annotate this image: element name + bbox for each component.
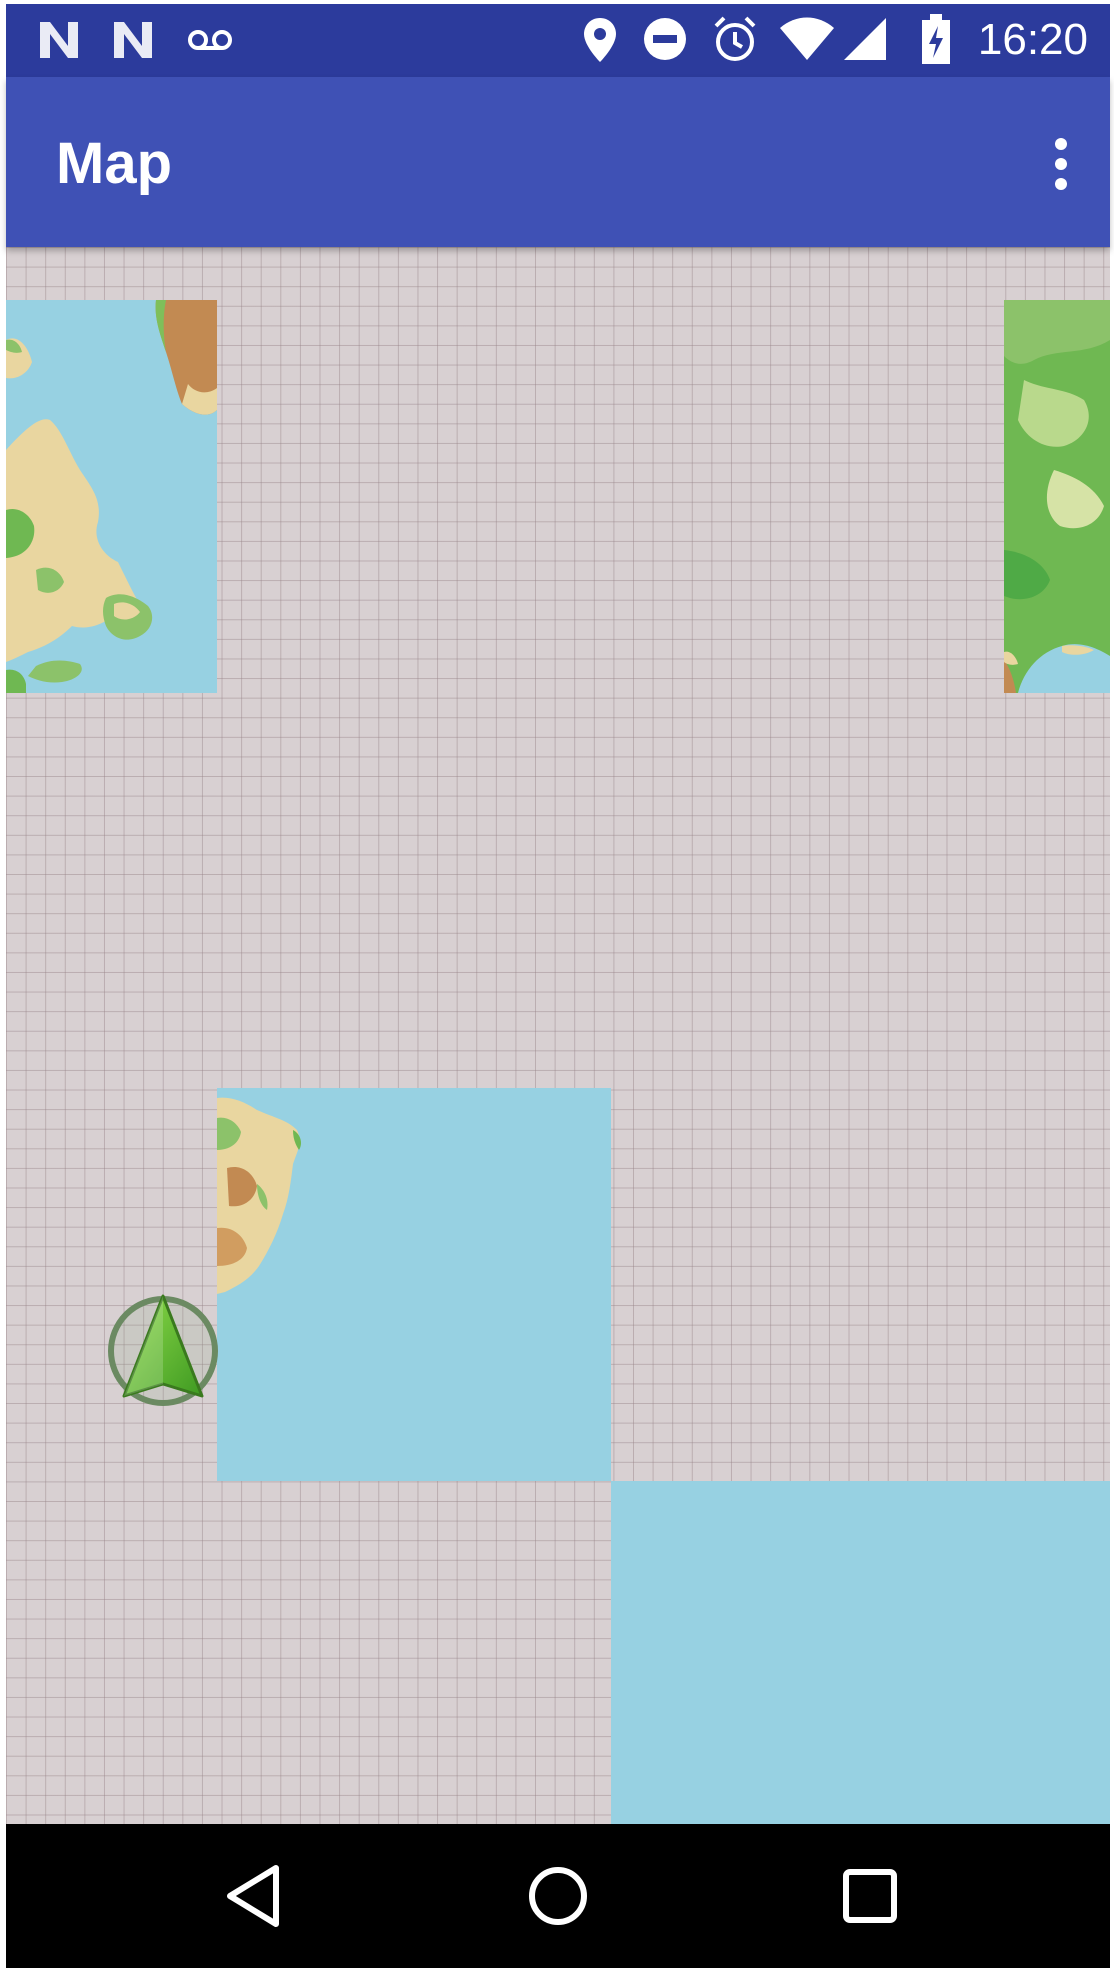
map-tile (217, 1088, 611, 1481)
alarm-icon (710, 14, 760, 69)
n-notification-icon (36, 18, 82, 67)
page-title: Map (56, 131, 172, 196)
map-tile (611, 1481, 1110, 1824)
map-view[interactable] (6, 247, 1110, 1824)
more-vert-icon[interactable] (1030, 122, 1090, 202)
battery-charging-icon (920, 14, 952, 71)
home-icon[interactable] (516, 1854, 600, 1938)
app-bar: Map (6, 77, 1110, 247)
map-tile (1004, 300, 1110, 693)
recents-icon[interactable] (828, 1854, 912, 1938)
back-icon[interactable] (214, 1854, 298, 1938)
system-nav-bar (6, 1824, 1110, 1968)
location-icon (582, 16, 618, 69)
status-time: 16:20 (977, 15, 1088, 64)
wifi-icon (778, 16, 836, 67)
navigation-arrow-icon[interactable] (104, 1292, 222, 1410)
n-notification-icon (110, 18, 156, 67)
map-tile (6, 300, 217, 693)
do-not-disturb-icon (642, 16, 688, 67)
voicemail-icon (186, 20, 234, 65)
cell-signal-icon (842, 16, 888, 67)
status-bar: 16:20 (6, 4, 1110, 77)
